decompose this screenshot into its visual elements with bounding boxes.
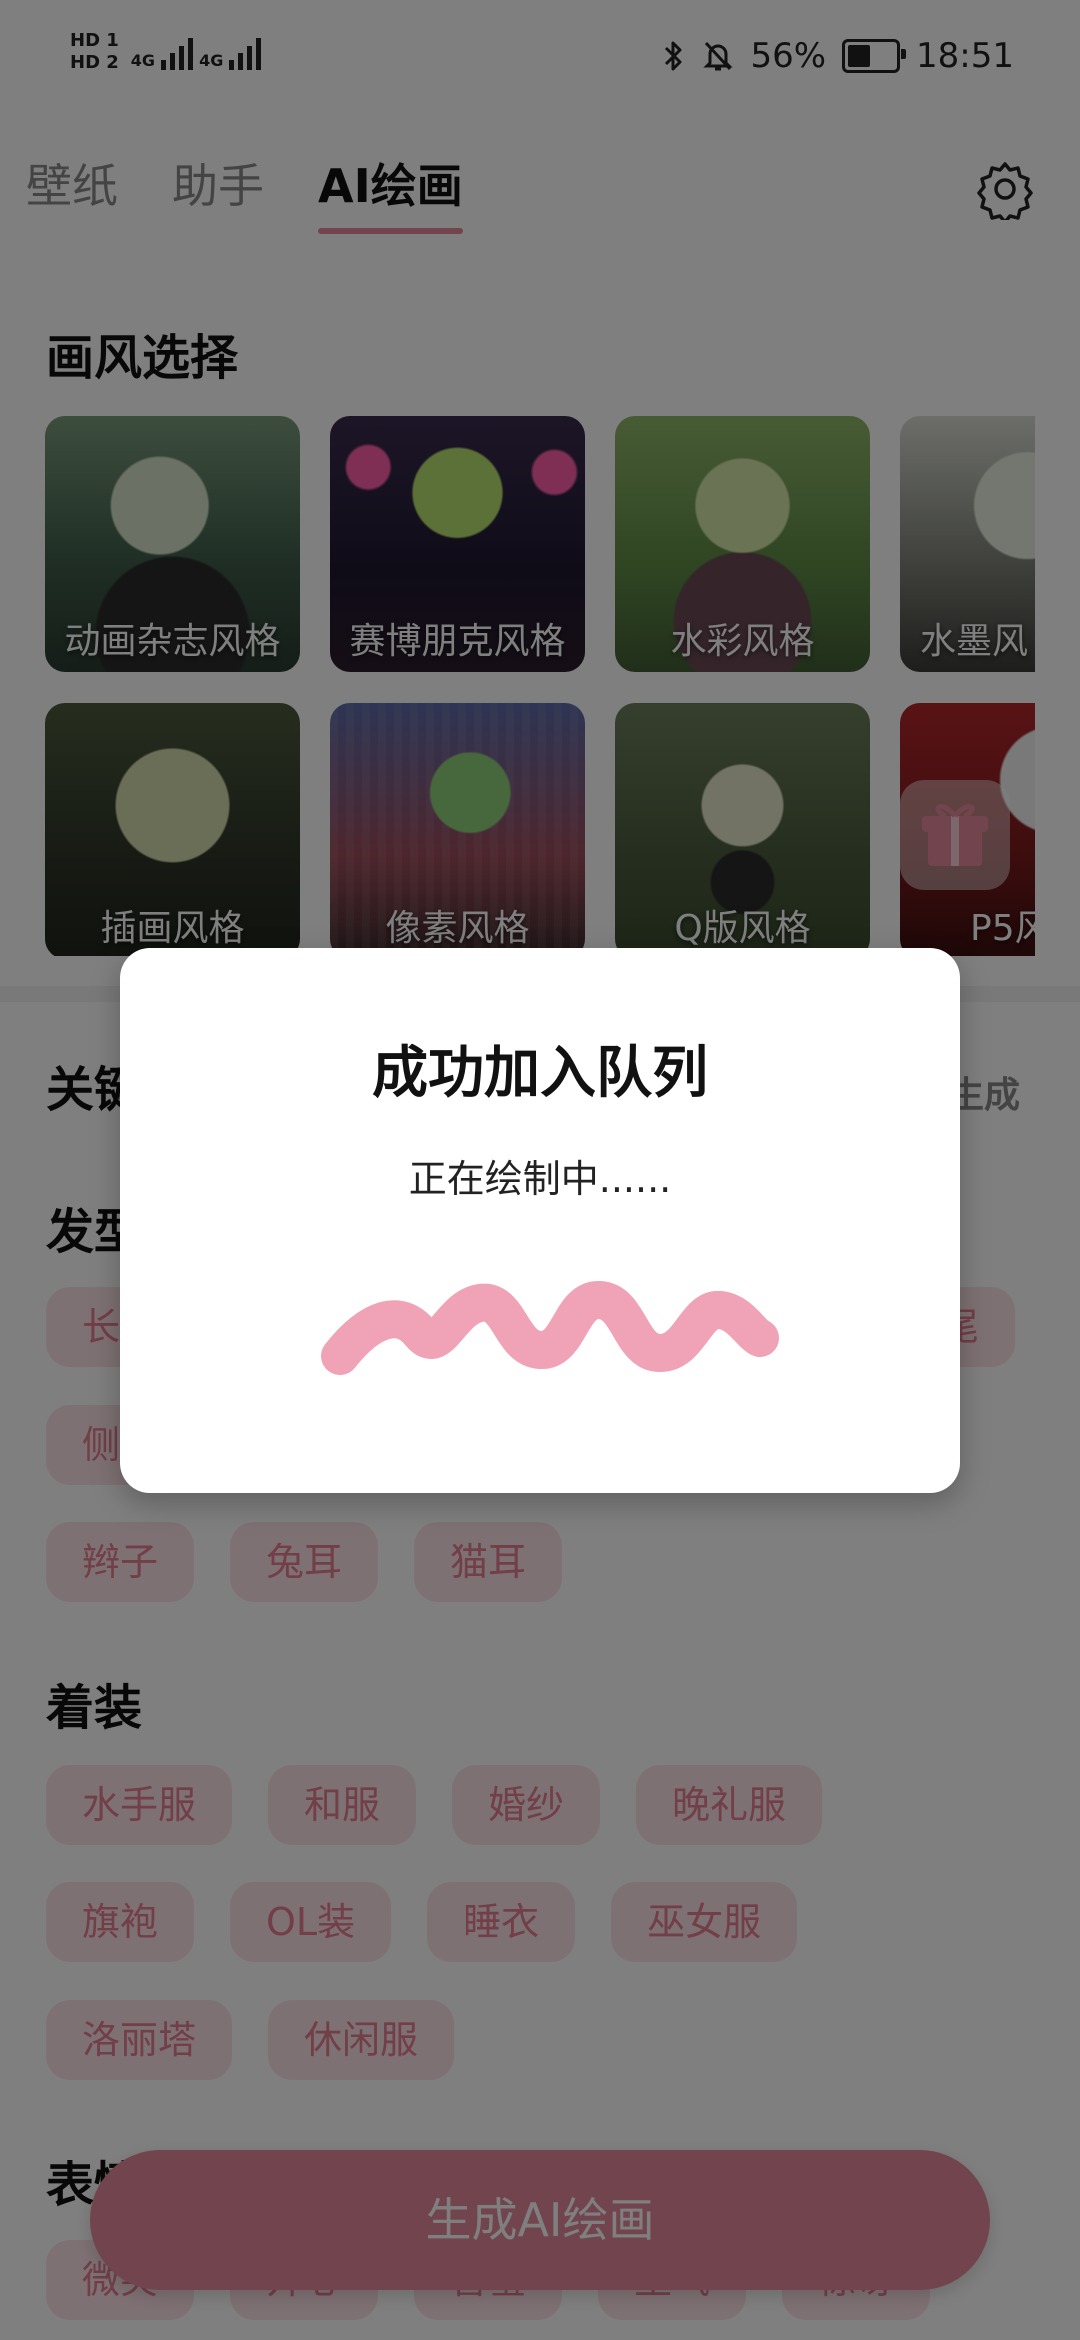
loading-squiggle-icon (321, 1281, 779, 1375)
queue-success-dialog: 成功加入队列 正在绘制中...... (120, 948, 960, 1493)
dialog-title: 成功加入队列 (372, 1041, 708, 1106)
dialog-message: 正在绘制中...... (408, 1157, 672, 1201)
